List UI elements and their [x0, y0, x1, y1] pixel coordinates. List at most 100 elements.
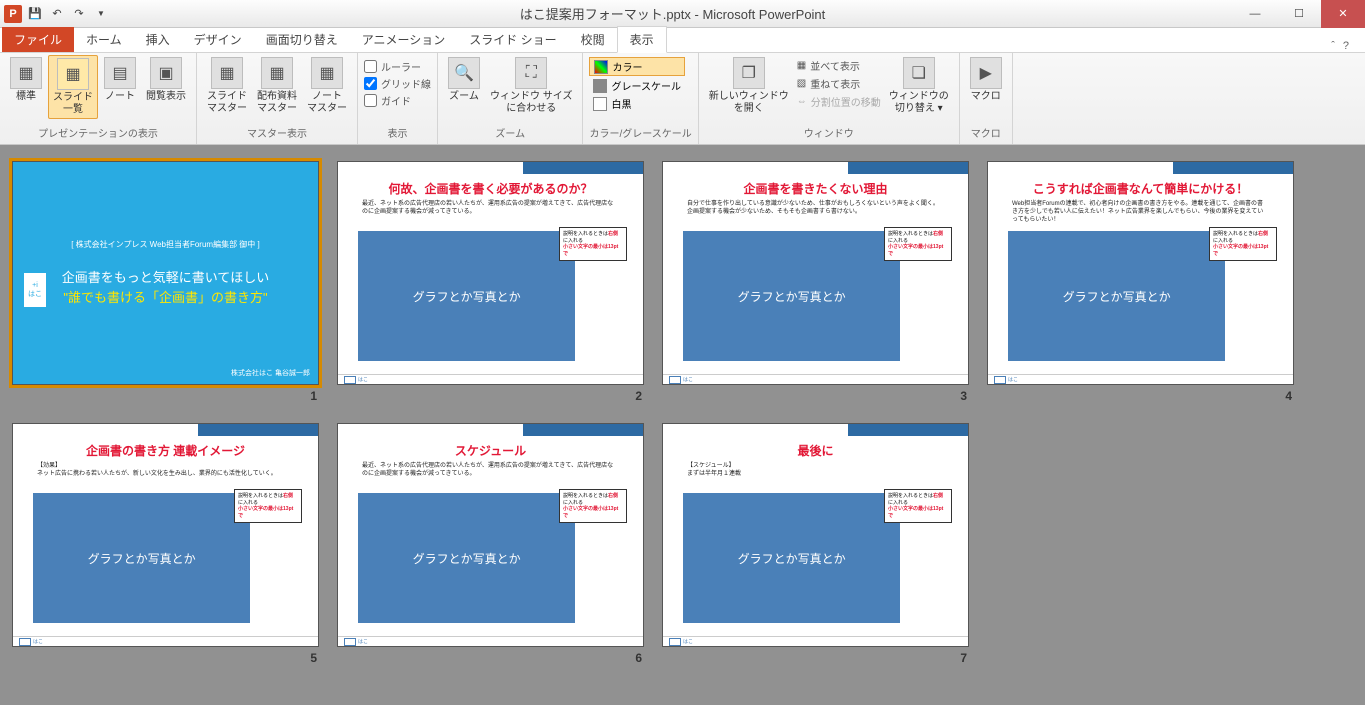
- logo-icon: +iはこ: [23, 272, 47, 308]
- minimize-button[interactable]: —: [1233, 0, 1277, 28]
- title-bar: P 💾 ↶ ↷ ▼ はこ提案用フォーマット.pptx - Microsoft P…: [0, 0, 1365, 28]
- view-reading-button[interactable]: ▣閲覧表示: [142, 55, 190, 105]
- slide-thumbnail[interactable]: +iはこ [ 株式会社インプレス Web担当者Forum編集部 御中 ] 企画書をも…: [12, 161, 319, 403]
- slide-title: 企画書をもっと気軽に書いてほしい"誰でも書ける「企画書」の書き方": [27, 268, 304, 307]
- view-notes-button[interactable]: ▤ノート: [100, 55, 140, 105]
- tab-home[interactable]: ホーム: [74, 27, 134, 52]
- slide-body-text: 【スケジュール】まずは半年月１連載: [663, 463, 968, 489]
- group-macros: ▶マクロ マクロ: [960, 53, 1013, 144]
- slide-number: 1: [310, 389, 319, 403]
- side-note: 説明を入れるときは右側に入れる小さい文字の最小は13ptで: [234, 489, 302, 523]
- fit-window-button[interactable]: ⛶ウィンドウ サイズ に合わせる: [486, 55, 576, 117]
- slide-top-bar: [338, 424, 643, 436]
- slide-title: 企画書の書き方 連載イメージ: [13, 436, 318, 463]
- group-show: ルーラー グリッド線 ガイド 表示: [358, 53, 438, 144]
- slide-footer: はこ: [663, 374, 968, 384]
- switch-windows-button[interactable]: ❏ウィンドウの 切り替え ▾: [885, 55, 953, 117]
- side-note: 説明を入れるときは右側に入れる小さい文字の最小は13ptで: [884, 227, 952, 261]
- slide-body-text: 自分で仕事を作り出している意識が少ないため、仕事がおもしろくないという声をよく聞…: [663, 201, 968, 227]
- slide-number: 7: [960, 651, 969, 665]
- tab-file[interactable]: ファイル: [2, 27, 74, 52]
- color-mode-bw[interactable]: 白黒: [589, 95, 685, 112]
- slide-footer: はこ: [13, 636, 318, 646]
- slide-footer: はこ: [663, 636, 968, 646]
- slide-sorter-pane[interactable]: +iはこ [ 株式会社インプレス Web担当者Forum編集部 御中 ] 企画書をも…: [0, 145, 1365, 705]
- window-title: はこ提案用フォーマット.pptx - Microsoft PowerPoint: [112, 4, 1233, 23]
- graph-placeholder: グラフとか写真とか: [683, 493, 900, 623]
- slide-top-bar: [663, 162, 968, 174]
- slide-body-text: 【効果】ネット広告に携わる若い人たちが、新しい文化を生み出し、業界的にも活性化し…: [13, 463, 318, 489]
- ribbon-tabs: ファイル ホーム 挿入 デザイン 画面切り替え アニメーション スライド ショー…: [0, 28, 1365, 53]
- slide-number: 4: [1285, 389, 1294, 403]
- tab-animations[interactable]: アニメーション: [350, 27, 458, 52]
- slide-thumbnail[interactable]: こうすれば企画書なんて簡単にかける！Web担当者Forumの連載で、初心者向けの…: [987, 161, 1294, 403]
- handout-master-button[interactable]: ▦配布資料 マスター: [253, 55, 301, 117]
- slide-number: 3: [960, 389, 969, 403]
- slide-footer: はこ: [338, 636, 643, 646]
- slide-master-button[interactable]: ▦スライド マスター: [203, 55, 251, 117]
- side-note: 説明を入れるときは右側に入れる小さい文字の最小は13ptで: [884, 489, 952, 523]
- redo-icon[interactable]: ↷: [68, 4, 90, 24]
- quick-access-toolbar: P 💾 ↶ ↷ ▼: [0, 4, 112, 24]
- slide-top-bar: [988, 162, 1293, 174]
- ribbon: ▦標準 ▦スライド 一覧 ▤ノート ▣閲覧表示 プレゼンテーションの表示 ▦スラ…: [0, 53, 1365, 145]
- side-note: 説明を入れるときは右側に入れる小さい文字の最小は13ptで: [559, 489, 627, 523]
- slide-subhead: [ 株式会社インプレス Web担当者Forum編集部 御中 ]: [27, 239, 304, 250]
- zoom-button[interactable]: 🔍ズーム: [444, 55, 484, 105]
- ribbon-collapse-icon[interactable]: ˆ: [1331, 40, 1335, 52]
- graph-placeholder: グラフとか写真とか: [33, 493, 250, 623]
- slide-title: こうすれば企画書なんて簡単にかける！: [988, 174, 1293, 201]
- slide-body-text: Web担当者Forumの連載で、初心者向けの企画書の書き方をやる。連載を通じて、…: [988, 201, 1293, 227]
- slide-footer: 株式会社はこ 亀谷誠一郎: [231, 368, 310, 378]
- slide-footer: はこ: [338, 374, 643, 384]
- close-button[interactable]: ✕: [1321, 0, 1365, 28]
- window-controls: — ☐ ✕: [1233, 0, 1365, 28]
- tab-view[interactable]: 表示: [617, 26, 667, 53]
- cascade-button[interactable]: ▧重ねて表示: [795, 75, 883, 92]
- move-split-button[interactable]: ⇔分割位置の移動: [795, 93, 883, 110]
- slide-title: スケジュール: [338, 436, 643, 463]
- app-icon[interactable]: P: [2, 4, 24, 24]
- ruler-checkbox[interactable]: ルーラー: [364, 59, 431, 74]
- maximize-button[interactable]: ☐: [1277, 0, 1321, 28]
- slide-thumbnail[interactable]: 何故、企画書を書く必要があるのか？最近、ネット系の広告代理店の若い人たちが、運用…: [337, 161, 644, 403]
- graph-placeholder: グラフとか写真とか: [358, 493, 575, 623]
- tab-review[interactable]: 校閲: [569, 27, 617, 52]
- tab-insert[interactable]: 挿入: [134, 27, 182, 52]
- side-note: 説明を入れるときは右側に入れる小さい文字の最小は13ptで: [1209, 227, 1277, 261]
- view-slide-sorter-button[interactable]: ▦スライド 一覧: [48, 55, 98, 119]
- slide-thumbnail[interactable]: 企画書の書き方 連載イメージ【効果】ネット広告に携わる若い人たちが、新しい文化を…: [12, 423, 319, 665]
- macros-button[interactable]: ▶マクロ: [966, 55, 1006, 105]
- slide-number: 6: [635, 651, 644, 665]
- slide-thumbnail[interactable]: スケジュール最近、ネット系の広告代理店の若い人たちが、運用系広告の提案が増えてき…: [337, 423, 644, 665]
- graph-placeholder: グラフとか写真とか: [1008, 231, 1225, 361]
- tab-transitions[interactable]: 画面切り替え: [254, 27, 350, 52]
- color-mode-grayscale[interactable]: グレースケール: [589, 77, 685, 94]
- undo-icon[interactable]: ↶: [46, 4, 68, 24]
- slide-footer: はこ: [988, 374, 1293, 384]
- group-window: ❐新しいウィンドウ を開く ▦並べて表示 ▧重ねて表示 ⇔分割位置の移動 ❏ウィ…: [699, 53, 960, 144]
- guides-checkbox[interactable]: ガイド: [364, 93, 431, 108]
- group-presentation-views: ▦標準 ▦スライド 一覧 ▤ノート ▣閲覧表示 プレゼンテーションの表示: [0, 53, 197, 144]
- group-zoom: 🔍ズーム ⛶ウィンドウ サイズ に合わせる ズーム: [438, 53, 583, 144]
- new-window-button[interactable]: ❐新しいウィンドウ を開く: [705, 55, 793, 117]
- tab-design[interactable]: デザイン: [182, 27, 254, 52]
- slide-thumbnail[interactable]: 企画書を書きたくない理由自分で仕事を作り出している意識が少ないため、仕事がおもし…: [662, 161, 969, 403]
- slide-thumbnail[interactable]: 最後に【スケジュール】まずは半年月１連載グラフとか写真とか説明を入れるときは右側…: [662, 423, 969, 665]
- slide-number: 5: [310, 651, 319, 665]
- color-mode-color[interactable]: カラー: [589, 57, 685, 76]
- slide-body-text: 最近、ネット系の広告代理店の若い人たちが、運用系広告の提案が増えてきて、広告代理…: [338, 463, 643, 489]
- arrange-all-button[interactable]: ▦並べて表示: [795, 57, 883, 74]
- tab-slideshow[interactable]: スライド ショー: [457, 27, 568, 52]
- qat-customize-icon[interactable]: ▼: [90, 4, 112, 24]
- slide-top-bar: [13, 424, 318, 436]
- save-icon[interactable]: 💾: [24, 4, 46, 24]
- notes-master-button[interactable]: ▦ノート マスター: [303, 55, 351, 117]
- help-icon[interactable]: ?: [1343, 40, 1349, 52]
- graph-placeholder: グラフとか写真とか: [683, 231, 900, 361]
- ribbon-help: ˆ ?: [1331, 40, 1365, 52]
- gridlines-checkbox[interactable]: グリッド線: [364, 76, 431, 91]
- slide-title: 企画書を書きたくない理由: [663, 174, 968, 201]
- view-normal-button[interactable]: ▦標準: [6, 55, 46, 105]
- group-color-grayscale: カラー グレースケール 白黒 カラー/グレースケール: [583, 53, 698, 144]
